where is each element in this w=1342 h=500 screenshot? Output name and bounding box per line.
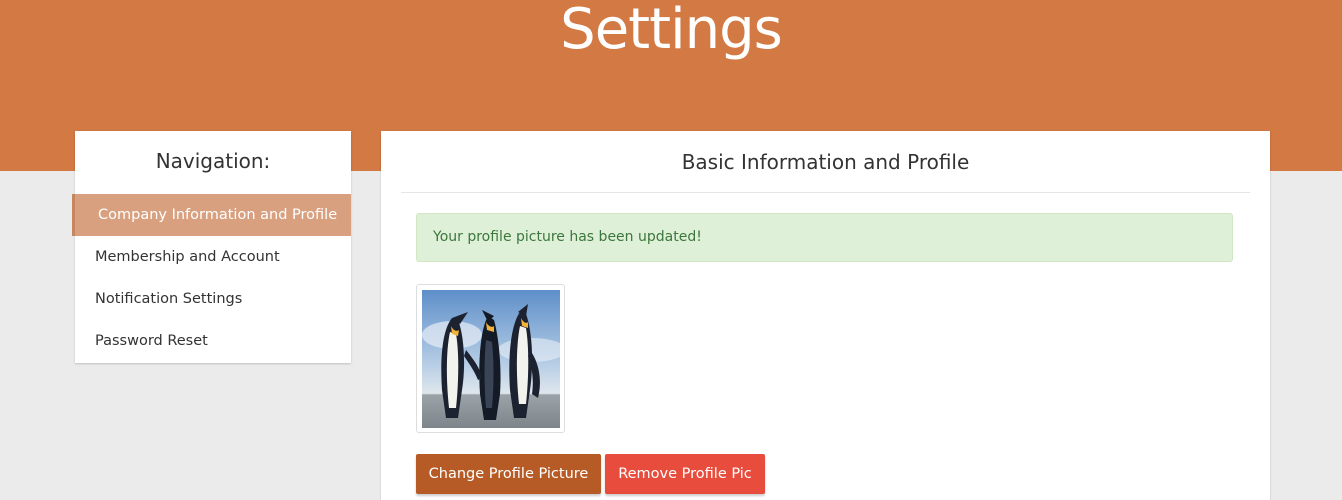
section-title: Basic Information and Profile (681, 150, 970, 174)
navigation-list: Company Information and Profile Membersh… (72, 194, 351, 362)
divider (401, 192, 1250, 193)
main-panel: Basic Information and Profile Your profi… (381, 131, 1270, 500)
nav-item-membership-account[interactable]: Membership and Account (75, 236, 351, 278)
nav-item-notification-settings[interactable]: Notification Settings (75, 278, 351, 320)
navigation-panel: Navigation: Company Information and Prof… (72, 131, 351, 363)
nav-item-company-information[interactable]: Company Information and Profile (72, 194, 351, 236)
profile-picture (416, 284, 565, 433)
remove-profile-picture-button[interactable]: Remove Profile Pic (605, 454, 765, 494)
change-profile-picture-button[interactable]: Change Profile Picture (416, 454, 601, 494)
page-title: Settings (560, 0, 783, 62)
navigation-title: Navigation: (155, 149, 271, 173)
success-alert: Your profile picture has been updated! (416, 213, 1233, 262)
nav-item-password-reset[interactable]: Password Reset (75, 320, 351, 362)
penguins-photo-icon (422, 290, 560, 428)
